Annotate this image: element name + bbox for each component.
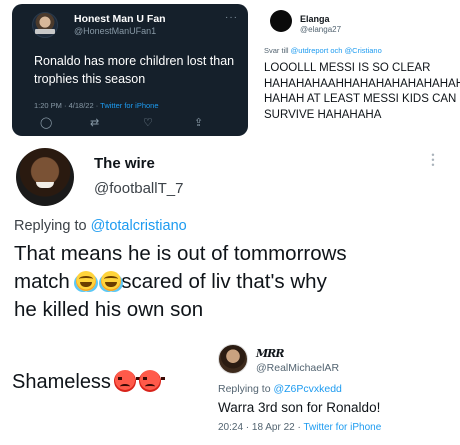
the-wire-avatar[interactable] — [16, 148, 74, 206]
reply-context: Svar till @utdreport och @Cristiano — [264, 46, 382, 55]
elanga-avatar[interactable] — [270, 10, 292, 32]
tweet-text: Ronaldo has more children lost than trop… — [34, 54, 235, 86]
tweet-source-link[interactable]: Twitter for iPhone — [100, 101, 158, 110]
retweet-icon[interactable]: ⇄ — [90, 116, 99, 130]
tears-of-joy-emoji-icon — [101, 271, 122, 291]
tweet-author-name[interactable]: Elanga — [300, 14, 330, 24]
share-icon[interactable]: ⇪ — [194, 116, 203, 130]
dark-tweet-card[interactable]: Honest Man U Fan @HonestManUFan1 ··· Ron… — [12, 4, 248, 136]
tweet-text: LOOOLLL MESSI IS SO CLEAR HAHAHAHAAHHAHA… — [264, 62, 460, 121]
main-text-line-2: match scared of liv that's why — [14, 268, 454, 296]
more-options-icon[interactable]: • • • — [431, 151, 435, 170]
michael-avatar[interactable] — [218, 344, 248, 374]
reply-tweet-meta: 20:24 · 18 Apr 22 · Twitter for iPhone — [218, 422, 381, 433]
angry-face-emoji-icon — [138, 370, 165, 392]
reply-icon[interactable]: ◯ — [40, 116, 52, 130]
main-text-line-2-start: match — [14, 270, 76, 293]
main-text-line-3: he killed his own son — [14, 298, 204, 321]
tweet-actions: ◯ ⇄ ♡ ⇪ — [34, 116, 238, 132]
main-author-name[interactable]: The wire — [94, 155, 155, 172]
reply-author-handle[interactable]: @RealMichaelAR — [256, 362, 339, 374]
tweet-timestamp: 1:20 PM · 4/18/22 · — [34, 101, 101, 110]
reply-context: Replying to @Z6Pcvxkedd — [218, 383, 342, 395]
main-text-line-2-end: scared of liv that's why — [121, 270, 327, 293]
reply-source-link[interactable]: Twitter for iPhone — [303, 422, 381, 433]
honest-fan-avatar[interactable] — [32, 12, 58, 38]
main-author-handle[interactable]: @footballT_7 — [94, 180, 183, 197]
tweet-meta: 1:20 PM · 4/18/22 · Twitter for iPhone — [34, 101, 159, 110]
reply-mention-link[interactable]: @utdreport och @Cristiano — [291, 46, 382, 55]
reply-timestamp: 20:24 · 18 Apr 22 · — [218, 422, 304, 433]
like-icon[interactable]: ♡ — [143, 116, 153, 130]
reply-tweet-text: Warra 3rd son for Ronaldo! — [218, 400, 381, 415]
tears-of-joy-emoji-icon — [75, 271, 96, 291]
elanga-tweet-card[interactable]: Elanga @elanga27 Svar till @utdreport oc… — [252, 4, 460, 134]
tweet-author-name[interactable]: Honest Man U Fan — [74, 13, 166, 25]
main-reply-context: Replying to @totalcristiano — [14, 218, 187, 234]
more-options-icon[interactable]: ··· — [225, 12, 238, 23]
tweet-author-handle[interactable]: @HonestManUFan1 — [74, 26, 156, 36]
reply-prefix: Svar till — [264, 46, 291, 55]
main-tweet-text: That means he is out of tommorrows match… — [14, 240, 454, 324]
tweet-author-handle[interactable]: @elanga27 — [300, 25, 341, 34]
reply-mention-link[interactable]: @Z6Pcvxkedd — [273, 383, 341, 395]
shameless-comment: Shameless — [12, 370, 165, 394]
reply-prefix: Replying to — [14, 218, 91, 234]
main-text-line-1: That means he is out of tommorrows — [14, 242, 347, 265]
shameless-text: Shameless — [12, 371, 111, 393]
signature-name[interactable]: MRR — [256, 347, 284, 360]
reply-prefix: Replying to — [218, 383, 274, 395]
reply-mention-link[interactable]: @totalcristiano — [91, 218, 187, 234]
angry-face-emoji-icon — [113, 370, 140, 392]
